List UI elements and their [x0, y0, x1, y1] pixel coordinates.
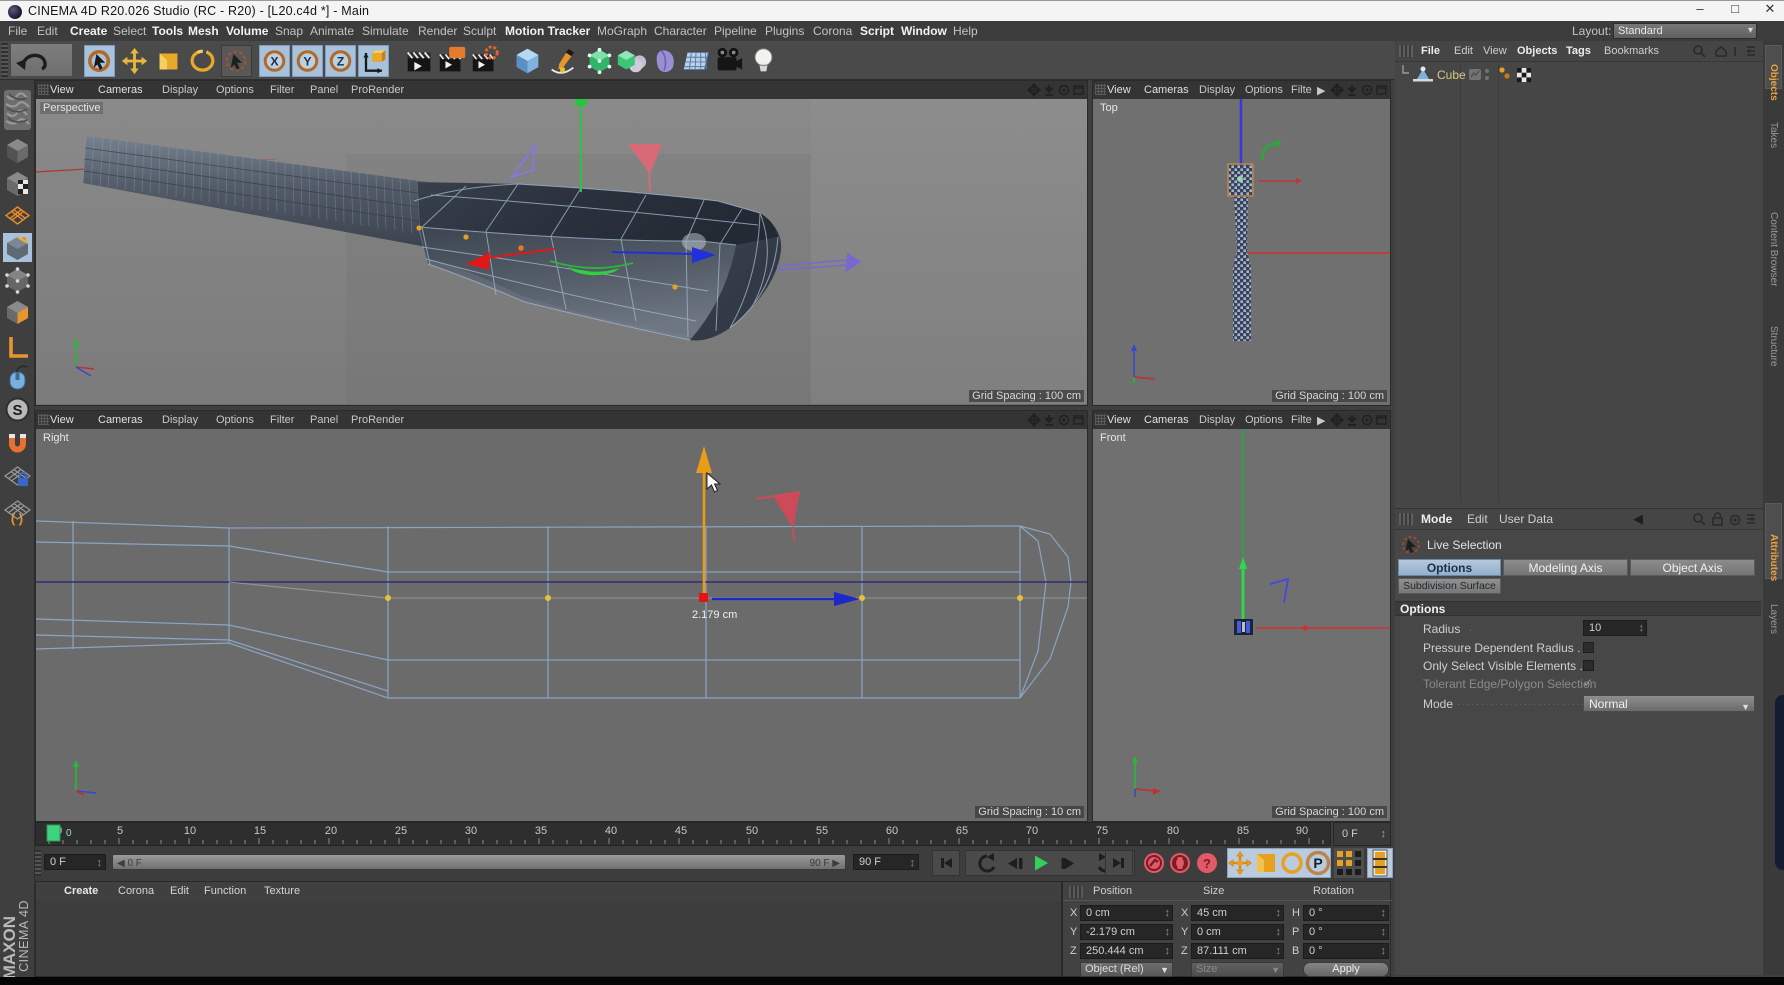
svg-text:70: 70: [1026, 825, 1038, 837]
svg-text:50: 50: [746, 825, 758, 837]
svg-text:5: 5: [117, 825, 123, 837]
svg-text:85: 85: [1237, 825, 1249, 837]
svg-text:25: 25: [395, 825, 407, 837]
svg-text:( ): ( ): [11, 511, 23, 526]
svg-text:Y: Y: [303, 54, 312, 68]
svg-text:P: P: [1313, 855, 1322, 871]
svg-text:0: 0: [66, 828, 72, 839]
svg-text:Cube: Cube: [1437, 68, 1466, 82]
svg-text:S: S: [12, 402, 22, 419]
svg-text:35: 35: [535, 825, 547, 837]
svg-text:15: 15: [254, 825, 266, 837]
svg-text:45: 45: [675, 825, 687, 837]
svg-text:10: 10: [184, 825, 196, 837]
svg-text:Z: Z: [337, 54, 345, 68]
svg-text:75: 75: [1096, 825, 1108, 837]
svg-text:55: 55: [816, 825, 828, 837]
svg-text:X: X: [270, 54, 279, 68]
svg-text:2.179 cm: 2.179 cm: [692, 609, 737, 621]
svg-text:80: 80: [1167, 825, 1179, 837]
svg-text:65: 65: [956, 825, 968, 837]
svg-text:40: 40: [605, 825, 617, 837]
svg-text:60: 60: [886, 825, 898, 837]
svg-text:30: 30: [465, 825, 477, 837]
svg-text:?: ?: [1203, 856, 1211, 871]
svg-text:20: 20: [325, 825, 337, 837]
svg-text:90: 90: [1296, 825, 1308, 837]
